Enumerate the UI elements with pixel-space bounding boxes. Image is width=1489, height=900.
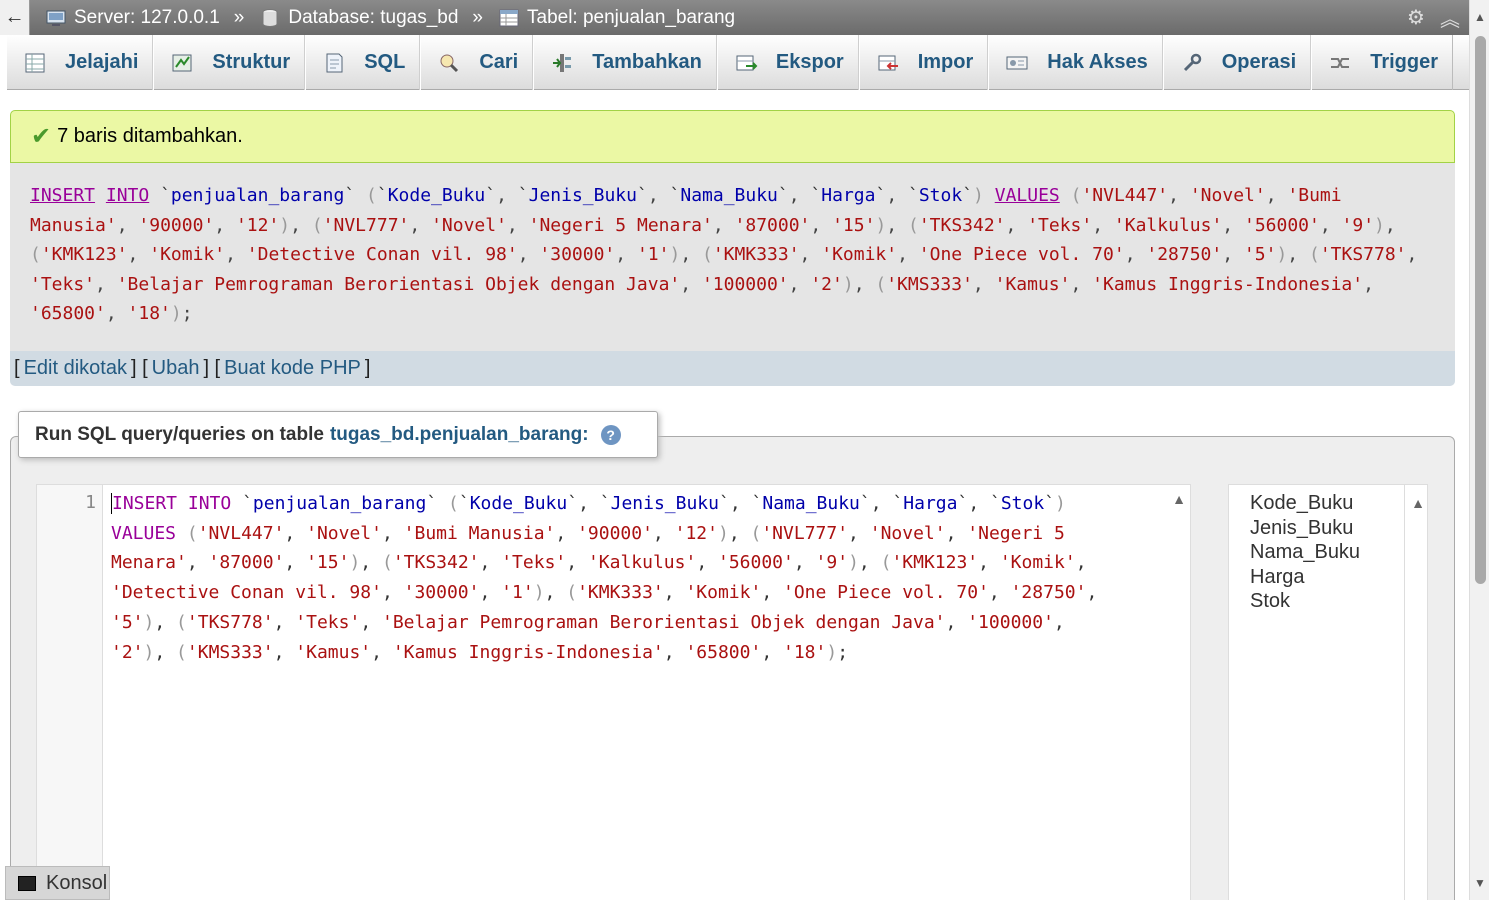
success-message: ✔ 7 baris ditambahkan. [10, 110, 1455, 163]
tab-structure[interactable]: Struktur [153, 35, 306, 90]
scroll-down-arrow-icon[interactable]: ▼ [1474, 876, 1486, 890]
tab-label: Trigger [1370, 51, 1438, 73]
executed-query: INSERT INTO `penjualan_barang` (`Kode_Bu… [10, 163, 1455, 351]
trigger-icon [1331, 57, 1350, 68]
line-number-gutter: 1 [37, 485, 103, 900]
import-icon [878, 55, 898, 70]
tab-label: SQL [364, 51, 406, 73]
breadcrumb-database[interactable]: Database: tugas_bd [260, 7, 458, 29]
panel-title-text: Run SQL query/queries on table [35, 423, 324, 445]
tab-label: Ekspor [775, 51, 844, 73]
tab-search[interactable]: Cari [420, 35, 534, 90]
tab-sql[interactable]: SQL [305, 35, 421, 90]
breadcrumb-server[interactable]: Server: 127.0.0.1 [46, 7, 220, 29]
tab-export[interactable]: Ekspor [716, 35, 859, 90]
tab-label: Jelajahi [65, 51, 139, 73]
column-list[interactable]: Kode_Buku Jenis_Buku Nama_Buku Harga Sto… [1228, 484, 1428, 900]
query-action-links: [Edit dikotak] [Ubah] [Buat kode PHP] [10, 351, 1455, 386]
column-item[interactable]: Nama_Buku [1250, 540, 1427, 565]
insert-icon [553, 53, 572, 72]
success-text: 7 baris ditambahkan. [57, 125, 243, 147]
breadcrumb-database-label: Database: tugas_bd [288, 6, 459, 28]
tab-label: Cari [479, 51, 519, 73]
console-toggle[interactable]: Konsol [5, 866, 110, 900]
column-list-scrollbar[interactable] [1404, 485, 1405, 900]
column-item[interactable]: Jenis_Buku [1250, 516, 1427, 541]
server-icon [46, 10, 66, 26]
column-item[interactable]: Stok [1250, 589, 1427, 614]
edit-inline-link[interactable]: Edit dikotak [24, 357, 127, 380]
page-scrollbar[interactable]: ▲ ▼ [1469, 0, 1489, 900]
tab-label: Impor [917, 51, 974, 73]
structure-icon [172, 54, 192, 71]
scrollbar-thumb[interactable] [1475, 36, 1486, 584]
search-icon [440, 54, 459, 72]
collapse-icon[interactable]: ︽ [1439, 6, 1461, 31]
console-icon [18, 875, 36, 891]
browse-icon [25, 53, 45, 72]
breadcrumb-separator: » [472, 6, 483, 28]
breadcrumb-server-label: Server: 127.0.0.1 [74, 6, 220, 28]
tab-operations[interactable]: Operasi [1162, 35, 1312, 90]
scroll-up-arrow-icon[interactable]: ▲ [1474, 10, 1486, 24]
sql-icon [326, 53, 343, 72]
tab-label: Tambahkan [592, 51, 702, 73]
create-php-link[interactable]: Buat kode PHP [224, 357, 361, 380]
tab-import[interactable]: Impor [858, 35, 989, 90]
phpmyadmin-window: ← Server: 127.0.0.1 » Database: tugas_bd… [0, 0, 1489, 900]
help-icon[interactable]: ? [600, 424, 621, 445]
sql-query-panel-title: Run SQL query/queries on table tugas_bd.… [18, 411, 658, 458]
panel-table-name[interactable]: tugas_bd.penjualan_barang: [330, 424, 589, 446]
table-icon [499, 9, 519, 26]
privileges-icon [1006, 56, 1028, 69]
breadcrumb-separator: » [233, 6, 245, 28]
tab-browse[interactable]: Jelajahi [6, 35, 154, 90]
scroll-up-arrow-icon[interactable]: ▲ [1172, 491, 1186, 507]
wrench-icon [1183, 53, 1201, 71]
column-item[interactable]: Harga [1250, 565, 1427, 590]
gear-icon[interactable]: ⚙ [1405, 6, 1427, 29]
breadcrumb-table-label: Tabel: penjualan_barang [527, 6, 736, 28]
console-label: Konsol [46, 871, 108, 894]
tab-insert[interactable]: Tambahkan [533, 35, 717, 90]
tab-label: Struktur [212, 51, 291, 73]
database-icon [262, 8, 278, 27]
edit-link[interactable]: Ubah [152, 357, 200, 380]
tab-label: Operasi [1221, 51, 1297, 73]
column-item[interactable]: Kode_Buku [1250, 491, 1427, 516]
scroll-up-arrow-icon[interactable]: ▲ [1411, 491, 1425, 516]
table-tabs: Jelajahi Struktur SQL Cari Tambahkan Eks… [6, 35, 1469, 90]
checkmark-icon: ✔ [31, 123, 52, 150]
back-arrow-icon[interactable]: ← [0, 0, 30, 35]
breadcrumb-bar: ← Server: 127.0.0.1 » Database: tugas_bd… [0, 0, 1469, 35]
breadcrumb-table[interactable]: Tabel: penjualan_barang [499, 7, 735, 29]
tab-privileges[interactable]: Hak Akses [988, 35, 1163, 90]
sql-editor[interactable]: 1 INSERT INTO `penjualan_barang` (`Kode_… [36, 484, 1191, 900]
sql-editor-text[interactable]: INSERT INTO `penjualan_barang` (`Kode_Bu… [111, 489, 1171, 667]
export-icon [736, 55, 758, 70]
tab-triggers[interactable]: Trigger [1311, 35, 1453, 90]
line-number: 1 [85, 492, 96, 513]
tab-label: Hak Akses [1047, 51, 1148, 73]
